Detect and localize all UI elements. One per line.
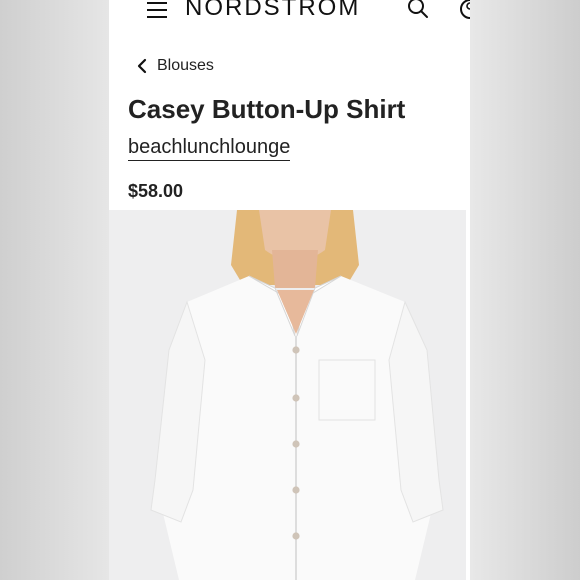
product-photo-illustration	[109, 210, 466, 580]
product-price: $58.00	[128, 181, 184, 201]
account-icon[interactable]	[459, 0, 470, 20]
breadcrumb-back-link[interactable]: Blouses	[135, 56, 214, 76]
product-title: Casey Button-Up Shirt	[128, 94, 406, 124]
top-nav-bar: NORDSTROM	[109, 0, 470, 28]
product-page: NORDSTROM Blouses Casey Button-Up Shirt …	[109, 0, 470, 580]
chevron-left-icon	[137, 58, 147, 74]
product-image[interactable]	[109, 210, 466, 580]
breadcrumb-label: Blouses	[157, 57, 214, 74]
blurred-background-right	[470, 0, 580, 580]
search-icon[interactable]	[406, 0, 430, 21]
brand-link[interactable]: beachlunchlounge	[128, 136, 291, 161]
hamburger-menu-icon[interactable]	[147, 2, 167, 20]
nordstrom-logo[interactable]: NORDSTROM	[185, 0, 360, 22]
blurred-background-left	[0, 0, 109, 580]
